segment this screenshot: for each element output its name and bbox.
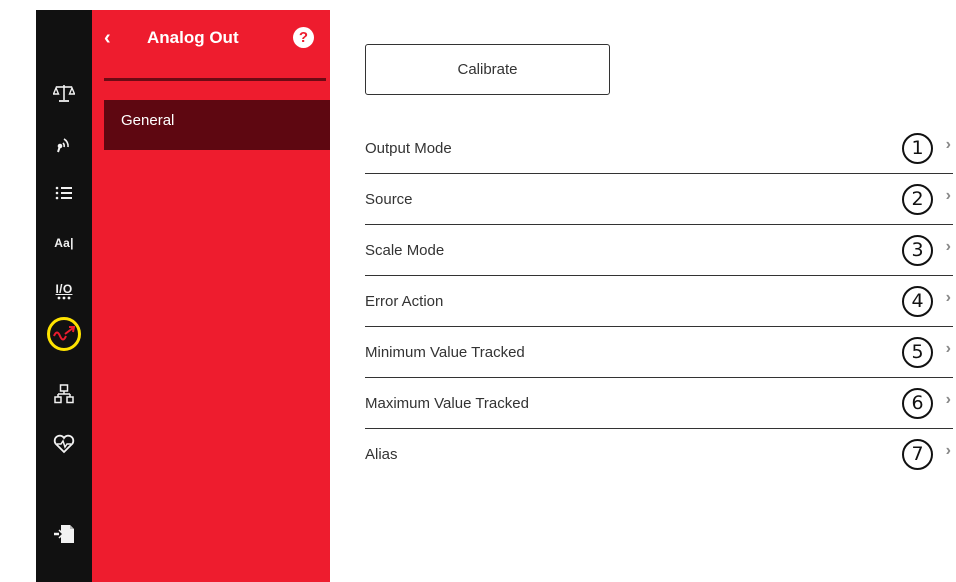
chevron-right-icon: › [945, 289, 951, 306]
hierarchy-icon[interactable] [36, 374, 92, 414]
callout-number: 5 [902, 337, 933, 368]
panel-item-general[interactable]: General [104, 100, 330, 150]
help-icon[interactable]: ? [293, 27, 314, 48]
callout-number: 6 [902, 388, 933, 419]
row-label: Source [365, 191, 413, 208]
settings-list: Output Mode 1 › Source 2 › Scale Mode 3 … [365, 123, 953, 480]
settings-row-minimum-value-tracked[interactable]: Minimum Value Tracked 5 › [365, 327, 953, 378]
signal-icon[interactable] [36, 123, 92, 163]
panel-title: Analog Out [147, 28, 239, 47]
text-format-icon[interactable]: Aa| [36, 223, 92, 263]
back-chevron-icon[interactable]: ‹ [104, 26, 124, 50]
callout-number: 4 [902, 286, 933, 317]
settings-row-alias[interactable]: Alias 7 › [365, 429, 953, 480]
chevron-right-icon: › [945, 238, 951, 255]
chevron-right-icon: › [945, 136, 951, 153]
calibrate-button[interactable]: Calibrate [365, 44, 610, 95]
io-label: I/O [55, 282, 73, 296]
chevron-right-icon: › [945, 442, 951, 459]
scale-icon[interactable] [36, 73, 92, 113]
export-icon[interactable] [36, 514, 92, 554]
callout-number: 7 [902, 439, 933, 470]
side-panel: ‹ Analog Out ? General [92, 10, 330, 582]
settings-row-error-action[interactable]: Error Action 4 › [365, 276, 953, 327]
settings-row-scale-mode[interactable]: Scale Mode 3 › [365, 225, 953, 276]
panel-item-label: General [121, 112, 175, 129]
row-label: Output Mode [365, 140, 452, 157]
row-label: Minimum Value Tracked [365, 344, 525, 361]
chevron-right-icon: › [945, 391, 951, 408]
list-icon[interactable] [36, 173, 92, 213]
main-content: Calibrate Output Mode 1 › Source 2 › Sca… [330, 10, 956, 582]
chevron-right-icon: › [945, 340, 951, 357]
chevron-right-icon: › [945, 187, 951, 204]
row-label: Alias [365, 446, 398, 463]
settings-row-maximum-value-tracked[interactable]: Maximum Value Tracked 6 › [365, 378, 953, 429]
row-label: Error Action [365, 293, 444, 310]
io-icon[interactable]: I/O [36, 271, 92, 311]
row-label: Maximum Value Tracked [365, 395, 529, 412]
analog-out-icon[interactable] [36, 314, 92, 354]
settings-row-source[interactable]: Source 2 › [365, 174, 953, 225]
heart-diagnostics-icon[interactable] [36, 424, 92, 464]
callout-number: 1 [902, 133, 933, 164]
row-label: Scale Mode [365, 242, 445, 259]
settings-row-output-mode[interactable]: Output Mode 1 › [365, 123, 953, 174]
callout-number: 2 [902, 184, 933, 215]
callout-number: 3 [902, 235, 933, 266]
icon-rail: Aa| I/O [36, 10, 92, 582]
io-dots [57, 296, 71, 300]
panel-divider [104, 78, 326, 81]
text-format-label: Aa| [54, 236, 74, 250]
